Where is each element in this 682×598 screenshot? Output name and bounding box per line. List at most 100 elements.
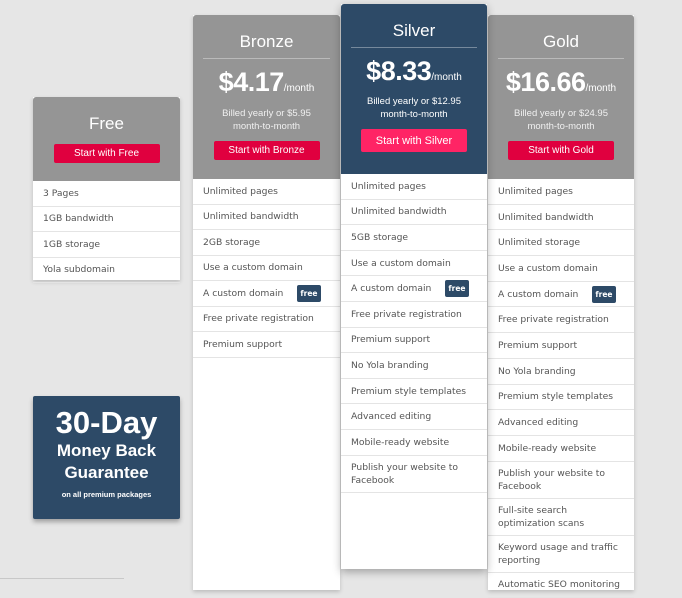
- feature-list: Unlimited pages Unlimited bandwidth 2GB st…: [193, 179, 340, 358]
- feature-label: Unlimited bandwidth: [203, 211, 299, 223]
- start-with-gold-button[interactable]: Start with Gold: [508, 141, 614, 160]
- feature-label: Premium style templates: [351, 385, 467, 397]
- feature-list: Unlimited pages Unlimited bandwidth Unlimi…: [488, 179, 634, 598]
- plan-name: Free: [89, 114, 124, 133]
- plan-card-free: Free Start with Free 3 Pages 1GB bandwidt…: [33, 97, 180, 283]
- plan-name: Gold: [543, 32, 579, 51]
- feature-label: Use a custom domain: [498, 262, 598, 274]
- divider: [351, 47, 477, 48]
- feature-item: Unlimited bandwidth: [193, 205, 340, 230]
- feature-item: Automatic SEO monitoring: [488, 573, 634, 598]
- money-back-guarantee-badge: 30-Day Money Back Guarantee on all premi…: [33, 396, 180, 519]
- feature-item: Mobile-ready website: [341, 430, 487, 456]
- feature-label: Unlimited storage: [498, 237, 581, 249]
- price-period: /month: [431, 72, 462, 83]
- feature-label: 3 Pages: [43, 187, 79, 199]
- plan-card-silver: Silver $8.33/month Billed yearly or $12.…: [341, 4, 487, 569]
- feature-item: 5GB storage: [341, 225, 487, 251]
- feature-label: No Yola branding: [351, 359, 429, 371]
- feature-label: Mobile-ready website: [351, 436, 450, 448]
- feature-label: No Yola branding: [498, 365, 576, 377]
- plan-price: $16.66: [505, 67, 586, 97]
- guarantee-days: 30-Day: [55, 405, 158, 440]
- feature-label: Advanced editing: [498, 417, 579, 429]
- feature-label: Publish your website to Facebook: [498, 467, 605, 492]
- feature-item: Unlimited bandwidth: [488, 205, 634, 231]
- feature-item: Premium style templates: [488, 385, 634, 411]
- feature-label: Full-site search optimization scans: [498, 504, 585, 529]
- feature-item: Premium style templates: [341, 379, 487, 405]
- feature-label: Use a custom domain: [351, 257, 451, 269]
- feature-label: 1GB storage: [43, 238, 101, 250]
- feature-label: Premium style templates: [498, 391, 614, 403]
- feature-item: Use a custom domain: [193, 256, 340, 281]
- feature-item: Unlimited bandwidth: [341, 200, 487, 226]
- feature-label: A custom domain: [203, 287, 284, 299]
- free-badge: free: [297, 284, 321, 302]
- divider: [203, 58, 330, 59]
- feature-item: Publish your website to Facebook: [488, 462, 634, 499]
- billing-note: Billed yearly or $5.95 month-to-month: [222, 108, 311, 132]
- billing-note: Billed yearly or $24.95 month-to-month: [514, 108, 608, 132]
- plan-price: $8.33: [366, 56, 432, 86]
- feature-label: Premium support: [203, 338, 283, 350]
- plan-header: Bronze $4.17/month Billed yearly or $5.9…: [193, 15, 340, 179]
- start-with-bronze-button[interactable]: Start with Bronze: [213, 141, 320, 160]
- feature-item: 1GB storage: [33, 232, 180, 258]
- guarantee-line-3: Guarantee: [64, 463, 149, 482]
- feature-label: 1GB bandwidth: [43, 213, 114, 225]
- feature-list: 3 Pages 1GB bandwidth 1GB storage Yola subd…: [33, 181, 180, 283]
- divider: [0, 578, 124, 579]
- feature-label: 5GB storage: [351, 231, 409, 243]
- feature-item: Free private registration: [488, 307, 634, 334]
- plan-card-bronze: Bronze $4.17/month Billed yearly or $5.9…: [193, 15, 340, 590]
- feature-item: A custom domain free: [193, 281, 340, 307]
- feature-label: Free private registration: [203, 313, 314, 325]
- feature-item: A custom domain free: [341, 276, 487, 302]
- plan-header: Free Start with Free: [33, 97, 180, 181]
- feature-list: Unlimited pages Unlimited bandwidth 5GB st…: [341, 174, 487, 493]
- price-period: /month: [585, 83, 617, 94]
- feature-item: Premium support: [341, 328, 487, 354]
- feature-item: Mobile-ready website: [488, 436, 634, 462]
- feature-label: Publish your website to Facebook: [351, 461, 458, 486]
- feature-item: Advanced editing: [488, 410, 634, 436]
- divider: [498, 58, 624, 59]
- feature-item: Free private registration: [341, 302, 487, 328]
- feature-item: Full-site search optimization scans: [488, 499, 634, 536]
- plan-header: Gold $16.66/month Billed yearly or $24.9…: [488, 15, 634, 179]
- feature-label: Unlimited pages: [203, 185, 278, 197]
- guarantee-note: on all premium packages: [61, 490, 152, 499]
- billing-note: Billed yearly or $12.95 month-to-month: [367, 96, 461, 120]
- plan-name: Bronze: [239, 32, 294, 51]
- start-with-silver-button[interactable]: Start with Silver: [361, 129, 467, 152]
- feature-item: Unlimited pages: [341, 174, 487, 200]
- plan-header: Silver $8.33/month Billed yearly or $12.…: [341, 4, 487, 174]
- start-with-free-button[interactable]: Start with Free: [53, 144, 160, 163]
- feature-label: Unlimited pages: [498, 185, 573, 197]
- feature-item: No Yola branding: [488, 359, 634, 385]
- feature-label: Premium support: [498, 339, 578, 351]
- feature-item: No Yola branding: [341, 353, 487, 379]
- feature-label: Yola subdomain: [43, 264, 115, 276]
- feature-label: Unlimited bandwidth: [498, 211, 594, 223]
- feature-item: Publish your website to Facebook: [341, 456, 487, 493]
- feature-item: Use a custom domain: [488, 256, 634, 282]
- feature-label: A custom domain: [351, 283, 432, 295]
- feature-item: Advanced editing: [341, 404, 487, 430]
- feature-item: 1GB bandwidth: [33, 207, 180, 232]
- free-badge: free: [592, 285, 616, 303]
- feature-item: Premium support: [488, 333, 634, 359]
- plan-name: Silver: [392, 21, 436, 40]
- feature-label: 2GB storage: [203, 236, 261, 248]
- price-period: /month: [283, 83, 315, 94]
- free-badge: free: [445, 280, 469, 298]
- feature-label: Use a custom domain: [203, 262, 303, 274]
- plan-price: $4.17: [218, 67, 285, 97]
- feature-item: Free private registration: [193, 307, 340, 332]
- plan-card-gold: Gold $16.66/month Billed yearly or $24.9…: [488, 15, 634, 598]
- feature-item: Yola subdomain: [33, 258, 180, 283]
- price-row: $16.66/month: [488, 67, 634, 98]
- price-row: $8.33/month: [341, 56, 487, 87]
- feature-item: 2GB storage: [193, 230, 340, 256]
